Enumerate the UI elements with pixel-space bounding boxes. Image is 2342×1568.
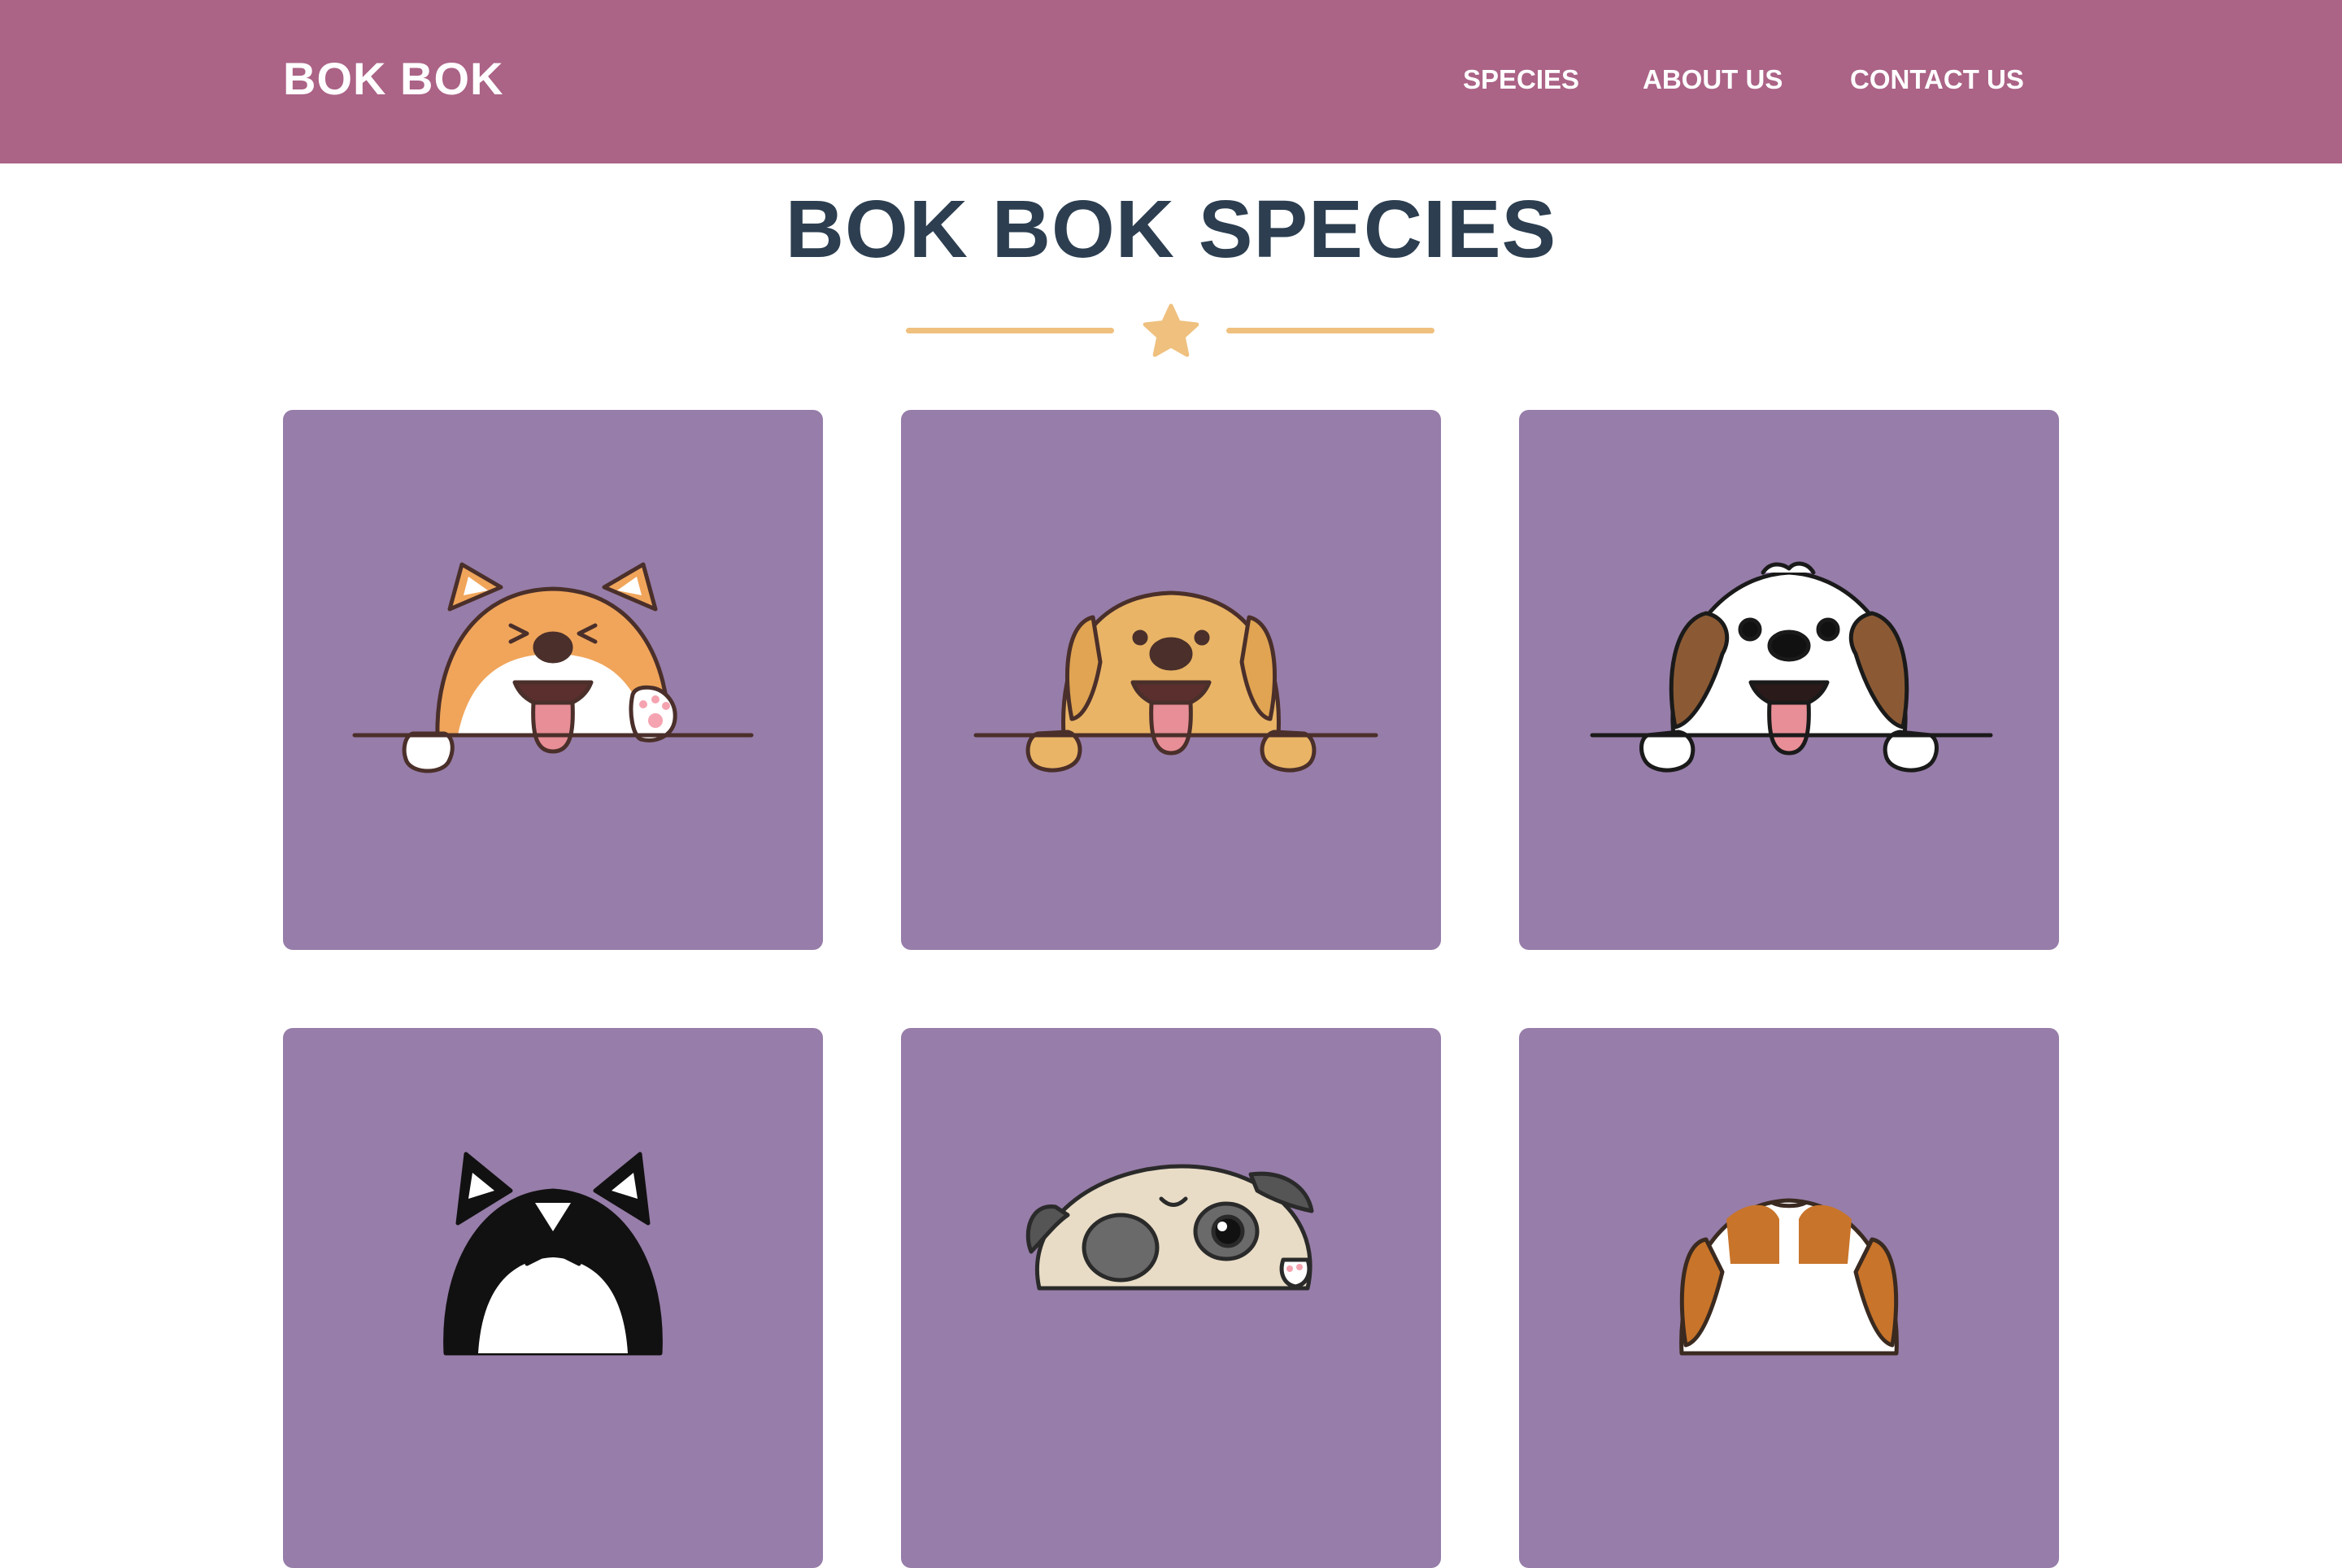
species-card-beagle[interactable]: [1519, 1028, 2059, 1568]
brand-logo[interactable]: BOK BOK: [283, 50, 503, 107]
nav-link-about-us[interactable]: ABOUT US: [1643, 62, 1783, 98]
site-header: BOK BOK SPECIES ABOUT US CONTACT US: [0, 0, 2342, 163]
nav-link-species[interactable]: SPECIES: [1463, 62, 1579, 98]
divider-line-left: [906, 328, 1114, 333]
beagle-dog-icon: [1679, 1198, 1899, 1356]
page-title: BOK BOK SPECIES: [785, 184, 1557, 275]
shiba-inu-dog-icon: [352, 562, 754, 773]
nav-link-contact-us[interactable]: CONTACT US: [1850, 62, 2024, 98]
pug-dog-icon: [1025, 1164, 1314, 1291]
species-card-shih-tzu[interactable]: [1519, 410, 2059, 950]
husky-dog-icon: [443, 1152, 663, 1356]
star-icon: [1143, 303, 1199, 357]
divider-line-right: [1226, 328, 1434, 333]
species-card-husky[interactable]: [283, 1028, 823, 1568]
golden-retriever-dog-icon: [973, 590, 1378, 773]
species-card-golden-retriever[interactable]: [901, 410, 1441, 950]
species-card-shiba[interactable]: [283, 410, 823, 950]
species-card-pug[interactable]: [901, 1028, 1441, 1568]
shih-tzu-dog-icon: [1590, 561, 1993, 773]
